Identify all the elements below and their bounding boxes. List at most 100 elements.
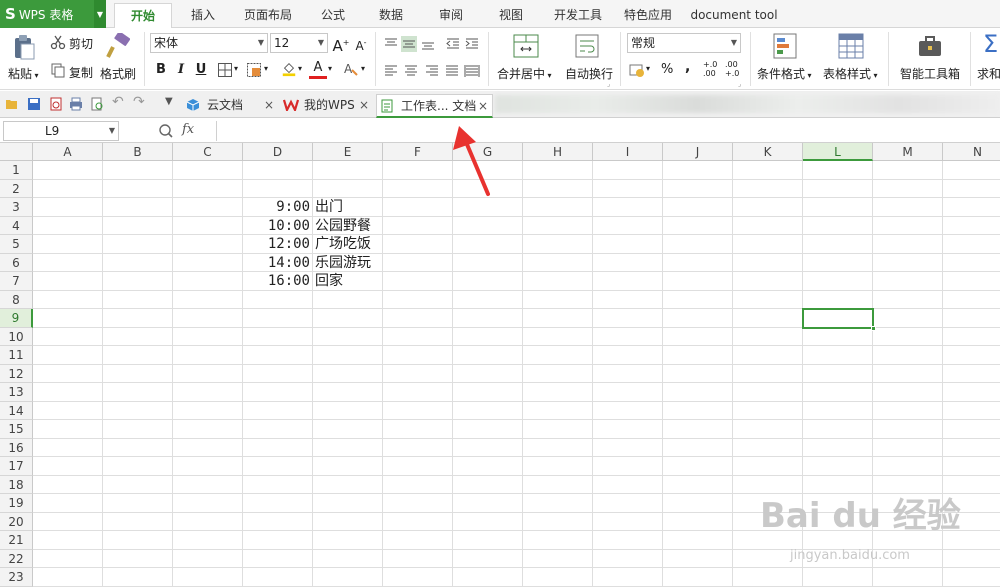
print-icon[interactable] — [69, 97, 83, 111]
tab-special-apps[interactable]: 特色应用 — [616, 0, 680, 28]
row-header-23[interactable]: 23 — [0, 568, 33, 587]
row-header-17[interactable]: 17 — [0, 457, 33, 476]
row-header-4[interactable]: 4 — [0, 216, 33, 235]
scissors-icon[interactable] — [50, 34, 66, 50]
borders-icon[interactable] — [217, 62, 233, 78]
column-header-m[interactable]: M — [873, 143, 943, 161]
open-folder-icon[interactable] — [5, 97, 19, 111]
sum-button[interactable]: 求和 — [977, 65, 1000, 82]
clear-format-icon[interactable]: A — [343, 61, 359, 77]
undo-icon[interactable]: ↶ — [112, 94, 126, 110]
chevron-down-icon[interactable]: ▾ — [234, 64, 238, 73]
indent-increase-icon[interactable] — [464, 36, 480, 52]
row-header-1[interactable]: 1 — [0, 161, 33, 180]
name-box[interactable]: L9 ▼ — [3, 121, 119, 141]
percent-button[interactable]: % — [661, 62, 673, 77]
cell-time[interactable]: 16:00 — [243, 272, 310, 290]
cell-activity[interactable]: 回家 — [315, 272, 343, 290]
table-style-button[interactable]: 表格样式 ▾ — [823, 65, 878, 82]
align-right-icon[interactable] — [424, 63, 440, 79]
cell-activity[interactable]: 出门 — [315, 198, 343, 216]
cut-button[interactable]: 剪切 — [69, 35, 93, 52]
row-header-13[interactable]: 13 — [0, 383, 33, 402]
chevron-down-icon[interactable]: ▾ — [361, 64, 365, 73]
distributed-align-icon[interactable] — [464, 63, 480, 79]
fill-handle[interactable] — [871, 325, 876, 331]
format-painter-icon[interactable] — [106, 33, 130, 61]
decrease-font-icon[interactable]: A- — [352, 34, 370, 53]
row-header-3[interactable]: 3 — [0, 198, 33, 217]
tab-developer[interactable]: 开发工具 — [546, 0, 610, 28]
cell-activity[interactable]: 公园野餐 — [315, 217, 371, 235]
tab-insert[interactable]: 插入 — [180, 0, 226, 28]
wrap-text-icon[interactable] — [575, 34, 599, 58]
cell-time[interactable]: 10:00 — [243, 217, 310, 235]
column-header-i[interactable]: I — [593, 143, 663, 161]
cell-activity[interactable]: 乐园游玩 — [315, 254, 371, 272]
copy-icon[interactable] — [50, 62, 66, 78]
conditional-format-icon[interactable] — [773, 33, 797, 59]
chevron-down-icon[interactable]: ▾ — [646, 64, 650, 73]
column-header-g[interactable]: G — [453, 143, 523, 161]
row-header-22[interactable]: 22 — [0, 549, 33, 568]
column-header-e[interactable]: E — [313, 143, 383, 161]
align-bottom-icon[interactable] — [420, 36, 436, 52]
search-icon[interactable] — [158, 123, 174, 139]
column-header-a[interactable]: A — [33, 143, 103, 161]
table-style-icon[interactable] — [838, 33, 864, 59]
row-header-7[interactable]: 7 — [0, 272, 33, 291]
align-center-icon[interactable] — [403, 63, 419, 79]
comma-button[interactable]: , — [685, 59, 690, 75]
row-header-8[interactable]: 8 — [0, 290, 33, 309]
export-pdf-icon[interactable] — [49, 97, 63, 111]
column-header-h[interactable]: H — [523, 143, 593, 161]
row-header-14[interactable]: 14 — [0, 401, 33, 420]
save-icon[interactable] — [27, 97, 41, 111]
increase-decimal-button[interactable]: +.0 .00 — [703, 60, 719, 78]
row-header-16[interactable]: 16 — [0, 438, 33, 457]
tab-view[interactable]: 视图 — [488, 0, 534, 28]
column-header-l[interactable]: L — [803, 143, 873, 161]
column-header-d[interactable]: D — [243, 143, 313, 161]
wrap-text-button[interactable]: 自动换行 — [565, 65, 613, 82]
tab-page-layout[interactable]: 页面布局 — [236, 0, 300, 28]
column-header-b[interactable]: B — [103, 143, 173, 161]
cell-time[interactable]: 12:00 — [243, 235, 310, 253]
align-middle-icon[interactable] — [401, 36, 417, 52]
cell-time[interactable]: 9:00 — [243, 198, 310, 216]
align-top-icon[interactable] — [383, 36, 399, 52]
quick-access-dropdown-icon[interactable]: ▼ — [165, 96, 179, 110]
smart-toolbox-button[interactable]: 智能工具箱 — [900, 65, 960, 82]
font-color-button[interactable]: A — [309, 59, 327, 79]
fx-icon[interactable]: fx — [182, 122, 194, 137]
dialog-launcher-icon[interactable]: ⌟ — [607, 80, 610, 88]
chevron-down-icon[interactable]: ▾ — [328, 64, 332, 73]
justify-icon[interactable] — [444, 63, 460, 79]
decrease-decimal-button[interactable]: .00 +.0 — [725, 60, 741, 78]
close-icon[interactable]: × — [478, 95, 488, 117]
cell-time[interactable]: 14:00 — [243, 254, 310, 272]
tab-home[interactable]: 开始 — [114, 3, 172, 29]
row-header-6[interactable]: 6 — [0, 253, 33, 272]
doctab-my-wps[interactable]: 我的WPS × — [280, 94, 373, 118]
app-menu-button[interactable]: S WPS 表格 — [0, 0, 94, 28]
tab-data[interactable]: 数据 — [368, 0, 414, 28]
doctab-cloud-docs[interactable]: 云文档 × — [183, 94, 278, 118]
row-header-20[interactable]: 20 — [0, 512, 33, 531]
copy-button[interactable]: 复制 — [69, 64, 93, 81]
doctab-worksheet[interactable]: 工作表... 文档 × — [376, 94, 493, 118]
format-painter-button[interactable]: 格式刷 — [100, 65, 136, 82]
app-menu-dropdown-icon[interactable]: ▼ — [94, 0, 106, 28]
dialog-launcher-icon[interactable]: ⌟ — [738, 80, 741, 88]
row-header-21[interactable]: 21 — [0, 531, 33, 550]
column-header-c[interactable]: C — [173, 143, 243, 161]
increase-font-icon[interactable]: A+ — [332, 34, 350, 55]
cell-style-icon[interactable] — [246, 62, 262, 78]
conditional-format-button[interactable]: 条件格式 ▾ — [757, 65, 812, 82]
row-header-9[interactable]: 9 — [0, 309, 33, 328]
row-header-11[interactable]: 11 — [0, 346, 33, 365]
toolbox-icon[interactable] — [917, 34, 943, 58]
fill-color-icon[interactable] — [281, 61, 297, 77]
paste-icon[interactable] — [12, 34, 36, 60]
merge-center-button[interactable]: 合并居中 ▾ — [497, 65, 552, 82]
